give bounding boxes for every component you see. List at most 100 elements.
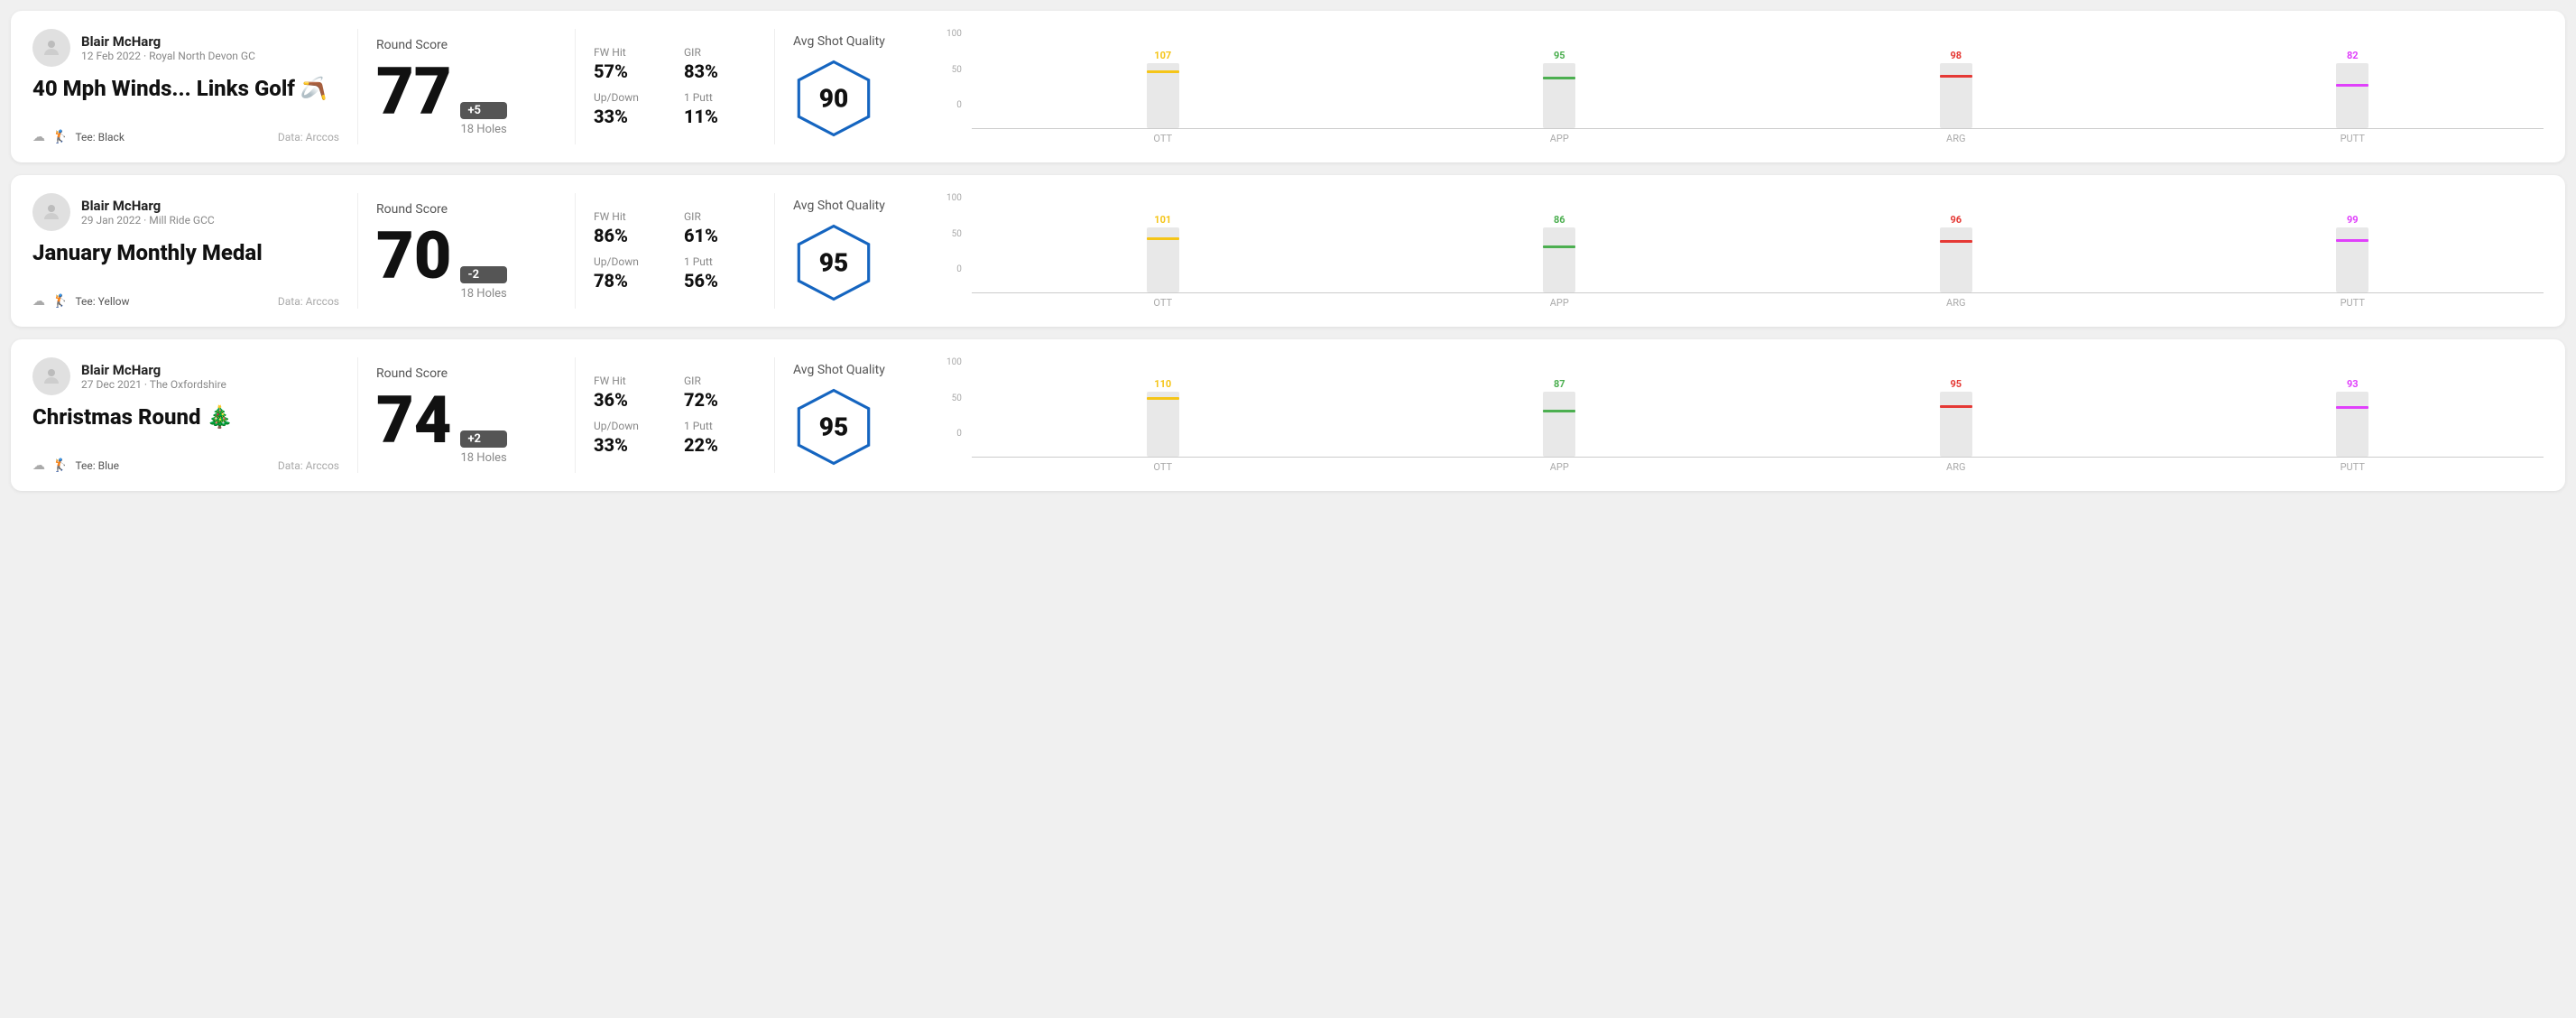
bar-line: [1940, 240, 1972, 243]
stat-fw-hit-label: FW Hit: [594, 46, 666, 59]
bar-chart: 100 50 0 101 86: [946, 193, 2544, 309]
stat-gir: GIR 61%: [684, 210, 756, 246]
y-label-100: 100: [946, 357, 962, 367]
bar-line: [1147, 70, 1179, 73]
bar-chart: 100 50 0 107 95: [946, 29, 2544, 144]
holes-label: 18 Holes: [460, 123, 506, 136]
quality-section: Avg Shot Quality 90: [793, 29, 937, 144]
stats-grid: FW Hit 36% GIR 72% Up/Down 33% 1 Putt 22…: [594, 375, 756, 456]
divider-3: [774, 193, 775, 309]
user-info: Blair McHarg 12 Feb 2022 · Royal North D…: [81, 33, 255, 62]
tee-row: ☁ 🏌 Tee: Black: [32, 130, 125, 144]
round-title: January Monthly Medal: [32, 240, 339, 266]
chart-baseline: [972, 128, 2544, 129]
avatar: [32, 29, 70, 67]
bar-bg: [1940, 392, 1972, 457]
bar-value-putt: 82: [2347, 50, 2359, 61]
divider-1: [357, 29, 358, 144]
bar-bg: [2336, 227, 2368, 292]
data-source: Data: Arccos: [278, 131, 339, 143]
bar-fill: [1147, 237, 1179, 292]
stat-oneputt-label: 1 Putt: [684, 91, 756, 104]
bar-line: [1940, 405, 1972, 408]
bar-chart: 100 50 0 110 87: [946, 357, 2544, 473]
stats-section: FW Hit 36% GIR 72% Up/Down 33% 1 Putt 22…: [594, 357, 756, 473]
stat-oneputt-label: 1 Putt: [684, 255, 756, 268]
bar-line: [1543, 77, 1575, 79]
stat-oneputt-value: 11%: [684, 106, 756, 127]
quality-label: Avg Shot Quality: [793, 363, 885, 377]
chart-axis-label: OTT: [972, 133, 1354, 144]
y-axis: 100 50 0: [946, 29, 965, 110]
chart-labels: OTT APP ARG PUTT: [946, 297, 2544, 309]
hexagon: 95: [793, 386, 874, 467]
chart-axis-label: ARG: [1765, 297, 2147, 309]
bar-group-arg: 95: [1765, 378, 2147, 457]
bar-line: [1147, 237, 1179, 240]
stats-section: FW Hit 86% GIR 61% Up/Down 78% 1 Putt 56…: [594, 193, 756, 309]
hexagon: 90: [793, 58, 874, 139]
bar-group-ott: 110: [972, 378, 1354, 457]
bar-bg: [1543, 392, 1575, 457]
stat-updown: Up/Down 78%: [594, 255, 666, 292]
stat-fw-hit-value: 86%: [594, 225, 666, 246]
bar-group-putt: 99: [2162, 214, 2544, 292]
bag-icon: 🏌: [52, 294, 68, 309]
bar-bg: [1147, 392, 1179, 457]
bar-fill: [1147, 397, 1179, 457]
chart-axis-label: ARG: [1765, 133, 2147, 144]
weather-icon: ☁: [32, 130, 45, 144]
chart-section: 100 50 0 110 87: [937, 357, 2544, 473]
hexagon: 95: [793, 222, 874, 303]
score-label: Round Score: [376, 38, 557, 52]
data-source: Data: Arccos: [278, 295, 339, 308]
quality-label: Avg Shot Quality: [793, 34, 885, 49]
tee-row: ☁ 🏌 Tee: Blue: [32, 458, 119, 473]
bag-icon: 🏌: [52, 458, 68, 473]
round-title: 40 Mph Winds... Links Golf 🪃: [32, 76, 339, 102]
bar-bg: [1147, 227, 1179, 292]
stat-oneputt-value: 56%: [684, 270, 756, 292]
tee-label: Tee: Blue: [75, 459, 119, 472]
score-row: 77 +5 18 Holes: [376, 60, 557, 136]
user-meta: 29 Jan 2022 · Mill Ride GCC: [81, 214, 215, 227]
bottom-row: ☁ 🏌 Tee: Blue Data: Arccos: [32, 458, 339, 473]
quality-section: Avg Shot Quality 95: [793, 193, 937, 309]
bar-group-putt: 82: [2162, 50, 2544, 128]
y-label-50: 50: [952, 65, 962, 75]
bar-bg: [2336, 392, 2368, 457]
stat-fw-hit-value: 36%: [594, 389, 666, 411]
bar-fill: [1940, 75, 1972, 128]
bar-value-ott: 101: [1154, 214, 1171, 226]
bar-value-arg: 95: [1950, 378, 1962, 390]
hex-container: 90: [793, 58, 874, 139]
chart-axis-label: PUTT: [2162, 297, 2544, 309]
bar-line: [2336, 406, 2368, 409]
bar-value-app: 87: [1554, 378, 1565, 390]
bar-group-ott: 101: [972, 214, 1354, 292]
user-info: Blair McHarg 29 Jan 2022 · Mill Ride GCC: [81, 198, 215, 227]
stat-updown-label: Up/Down: [594, 255, 666, 268]
bar-fill: [2336, 239, 2368, 292]
round-card: Blair McHarg 12 Feb 2022 · Royal North D…: [11, 11, 2565, 162]
bar-bg: [2336, 63, 2368, 128]
score-number: 77: [376, 60, 451, 125]
bottom-row: ☁ 🏌 Tee: Yellow Data: Arccos: [32, 294, 339, 309]
user-row: Blair McHarg 12 Feb 2022 · Royal North D…: [32, 29, 339, 67]
holes-label: 18 Holes: [460, 287, 506, 301]
bar-line: [2336, 84, 2368, 87]
quality-score: 95: [819, 248, 848, 278]
stat-gir-value: 72%: [684, 389, 756, 411]
bar-fill: [2336, 406, 2368, 457]
quality-label: Avg Shot Quality: [793, 199, 885, 213]
score-number: 74: [376, 388, 451, 453]
stat-oneputt-label: 1 Putt: [684, 420, 756, 432]
bars-area: 100 50 0 107 95: [946, 29, 2544, 128]
divider-1: [357, 357, 358, 473]
bar-group-putt: 93: [2162, 378, 2544, 457]
user-row: Blair McHarg 27 Dec 2021 · The Oxfordshi…: [32, 357, 339, 395]
hex-container: 95: [793, 386, 874, 467]
bar-group-app: 86: [1369, 214, 1751, 292]
bar-line: [1543, 245, 1575, 248]
round-title: Christmas Round 🎄: [32, 404, 339, 430]
